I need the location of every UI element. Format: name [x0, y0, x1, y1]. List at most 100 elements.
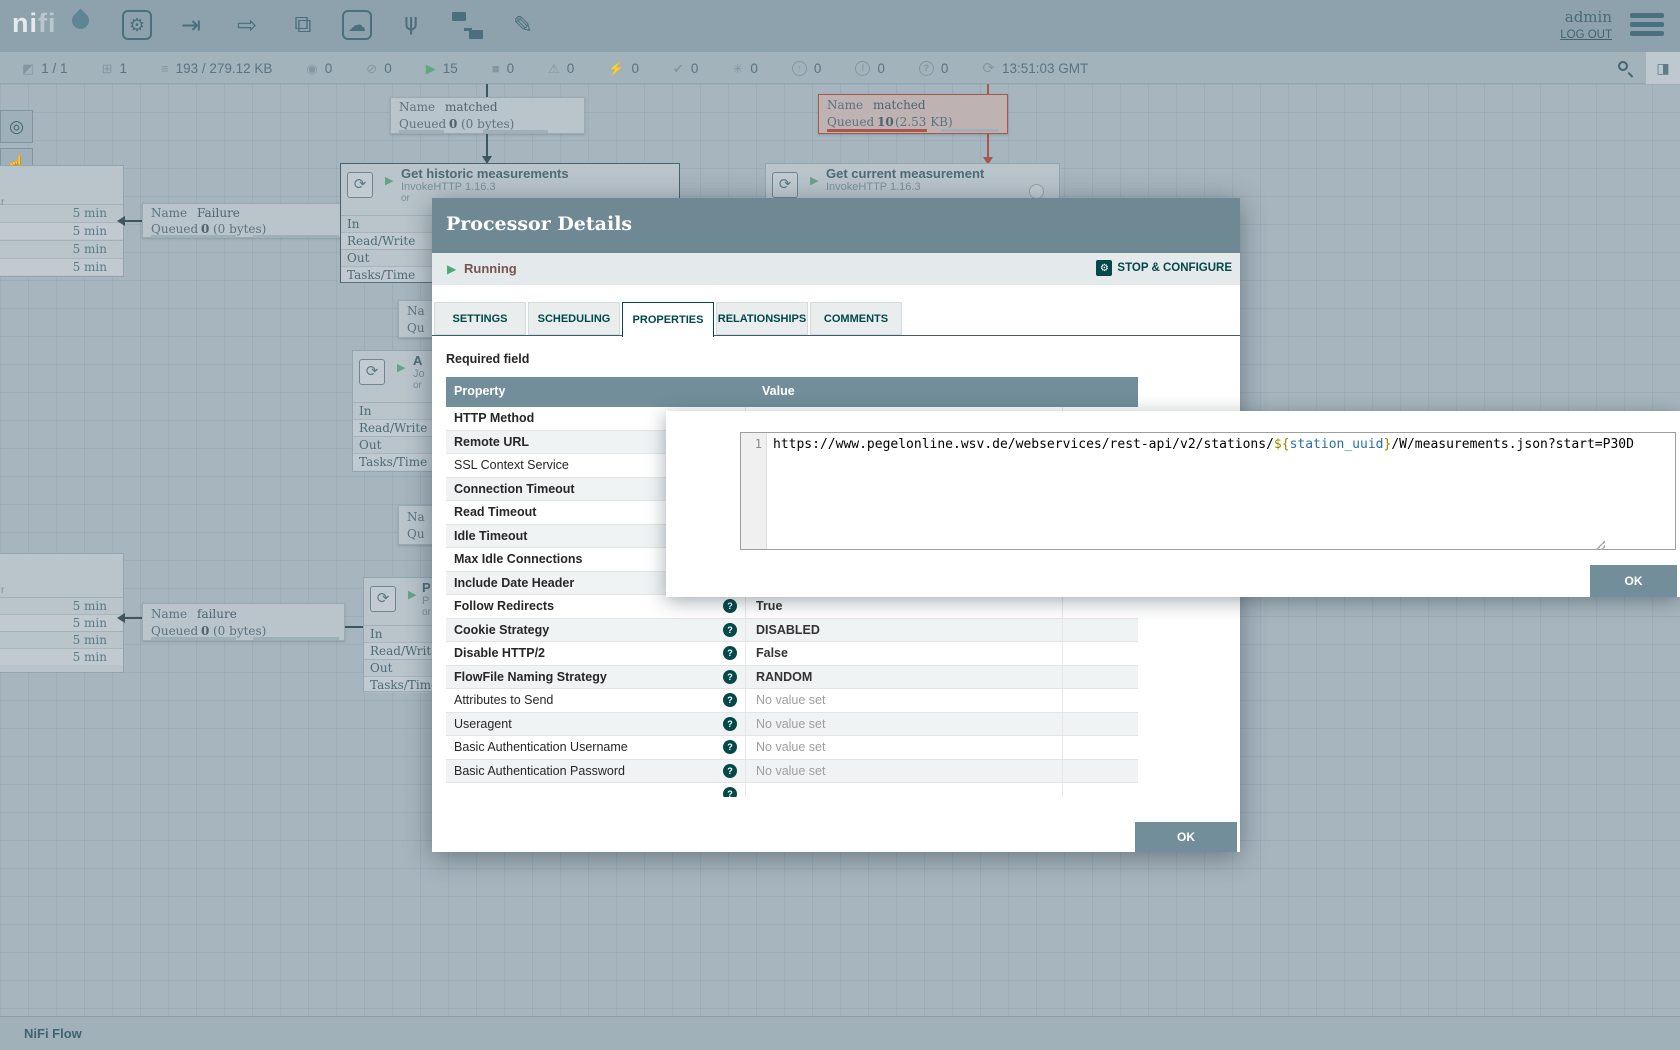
label-name-value: matched — [873, 98, 926, 112]
processor-bundle: or — [401, 193, 410, 204]
stop-and-configure-button[interactable]: ⚙ STOP & CONFIGURE — [1096, 260, 1232, 276]
status-transmitting: ◉0 — [306, 61, 332, 76]
property-row[interactable]: Attributes to Send?No value set — [446, 689, 1138, 713]
help-icon[interactable]: ? — [723, 787, 737, 797]
url-text: https://www.pegelonline.wsv.de/webservic… — [773, 437, 1274, 452]
stat-label: Tasks/Time — [359, 455, 427, 469]
stat-value: 5 min — [73, 260, 107, 274]
refresh-icon[interactable]: ⟳ — [982, 61, 995, 76]
dialog-tabs: SETTINGSSCHEDULINGPROPERTIESRELATIONSHIP… — [434, 302, 902, 337]
processor-left-top[interactable]: r 5 min5 min5 min5 min — [0, 165, 124, 277]
value-editor[interactable]: 1 https://www.pegelonline.wsv.de/webserv… — [740, 432, 1676, 550]
editor-ok-button[interactable]: OK — [1590, 565, 1677, 597]
el-brace: ${ — [1274, 437, 1290, 452]
footer-bar: NiFi Flow — [0, 1016, 1680, 1050]
help-icon[interactable]: ? — [723, 740, 737, 754]
required-field-note: Required field — [446, 352, 529, 366]
funnel-icon[interactable]: ⋔ — [394, 8, 428, 42]
global-menu-icon[interactable] — [1630, 13, 1664, 40]
connection-label-matched-red[interactable]: Name matched Queued 10 (2.53 KB) — [818, 94, 1008, 134]
navigate-palette[interactable]: ◎ — [0, 110, 33, 143]
status-value: 0 — [814, 61, 822, 76]
cubes-icon: ◩ — [22, 62, 34, 75]
dialog-ok-button[interactable]: OK — [1135, 822, 1237, 852]
property-row[interactable]: Follow Redirects?True — [446, 595, 1138, 619]
property-row[interactable]: Cookie Strategy?DISABLED — [446, 619, 1138, 643]
tab-settings[interactable]: SETTINGS — [434, 302, 526, 335]
dialog-status-bar: ▶ Running ⚙ STOP & CONFIGURE — [432, 253, 1240, 285]
refresh-status: ⟳13:51:03 GMT — [982, 61, 1088, 76]
processor-icon[interactable]: ⚙ — [122, 10, 152, 40]
label-queued-count: 0 — [201, 222, 209, 236]
breadcrumb[interactable]: NiFi Flow — [24, 1026, 82, 1041]
property-row[interactable]: Basic Authentication Username?No value s… — [446, 736, 1138, 760]
processor-title: A — [413, 353, 422, 368]
connection-label-failure-bottom[interactable]: Name failure Queued 0 (0 bytes) — [142, 603, 345, 641]
property-row[interactable]: Useragent?No value set — [446, 713, 1138, 737]
badge-icon — [1029, 184, 1044, 199]
processor-type-icon: ⟳ — [359, 359, 385, 385]
stat-value: 5 min — [73, 599, 107, 613]
queue-bar — [827, 129, 927, 132]
status-invalid: ⚡0 — [608, 61, 639, 76]
queue-bar — [399, 130, 444, 133]
help-icon[interactable]: ? — [723, 670, 737, 684]
property-row[interactable]: Disable HTTP/2?False — [446, 642, 1138, 666]
tab-properties[interactable]: PROPERTIES — [622, 302, 714, 337]
label-fragment: Qu — [407, 527, 425, 541]
help-icon[interactable]: ? — [723, 646, 737, 660]
tab-relationships[interactable]: RELATIONSHIPS — [716, 302, 808, 335]
tab-divider — [432, 335, 1240, 336]
resize-handle-icon[interactable] — [1595, 540, 1605, 550]
help-icon[interactable]: ? — [723, 599, 737, 613]
status-up-to-date: ↑0 — [792, 61, 822, 76]
invalid-icon: ⚡ — [608, 62, 624, 75]
property-value: No value set — [745, 689, 1063, 712]
connection-line[interactable] — [125, 220, 142, 222]
input-port-icon[interactable]: ⇥ — [174, 8, 208, 42]
stat-value: 5 min — [73, 206, 107, 220]
connection-line[interactable] — [125, 617, 142, 619]
stat-value: 5 min — [73, 224, 107, 238]
label-queued-count: 10 — [877, 115, 894, 129]
help-icon[interactable]: ? — [723, 764, 737, 778]
processor-bundle: or — [413, 380, 422, 391]
output-port-icon[interactable]: ⇨ — [230, 8, 264, 42]
process-group-icon[interactable]: ⧉ — [286, 8, 320, 42]
stat-value: 5 min — [73, 650, 107, 664]
property-row[interactable]: ? — [446, 783, 1138, 797]
row-actions — [1063, 783, 1138, 797]
connection-line[interactable] — [486, 134, 488, 156]
help-icon[interactable]: ? — [723, 623, 737, 637]
status-running: ▶15 — [426, 61, 458, 76]
label-queued-key: Queued — [151, 624, 198, 638]
property-row[interactable]: Basic Authentication Password?No value s… — [446, 760, 1138, 784]
connection-line[interactable] — [486, 84, 488, 97]
connection-line[interactable] — [987, 134, 989, 157]
connection-label-failure-top[interactable]: Name Failure Queued 0 (0 bytes) — [142, 203, 345, 238]
status-value: 193 / 279.12 KB — [176, 61, 273, 76]
help-icon[interactable]: ? — [723, 693, 737, 707]
up-to-date-icon: ↑ — [792, 61, 807, 76]
logout-link[interactable]: LOG OUT — [1560, 29, 1612, 41]
tab-scheduling[interactable]: SCHEDULING — [528, 302, 620, 335]
status-value: 0 — [507, 61, 515, 76]
label-fragment: Na — [407, 304, 425, 318]
tab-comments[interactable]: COMMENTS — [810, 302, 902, 335]
label-name-key: Name — [399, 100, 435, 114]
label-name-key: Name — [827, 98, 863, 112]
connection-label-matched-top[interactable]: Name matched Queued 0 (0 bytes) — [390, 97, 585, 134]
connection-line[interactable] — [345, 626, 363, 628]
editor-code-line[interactable]: https://www.pegelonline.wsv.de/webservic… — [767, 433, 1675, 549]
search-icon[interactable] — [1618, 61, 1628, 71]
property-name: Attributes to Send? — [446, 689, 745, 712]
property-row[interactable]: FlowFile Naming Strategy?RANDOM — [446, 666, 1138, 690]
template-icon[interactable] — [450, 8, 484, 42]
connection-line[interactable] — [987, 84, 989, 94]
panel-toggle-button[interactable]: ◨ — [1646, 52, 1680, 84]
processor-left-bottom[interactable]: r 5 min5 min5 min5 min — [0, 553, 124, 673]
help-icon[interactable]: ? — [723, 717, 737, 731]
label-icon[interactable]: ✎ — [506, 8, 540, 42]
remote-process-group-icon[interactable]: ☁ — [342, 10, 372, 40]
run-status-label: Running — [464, 261, 517, 276]
